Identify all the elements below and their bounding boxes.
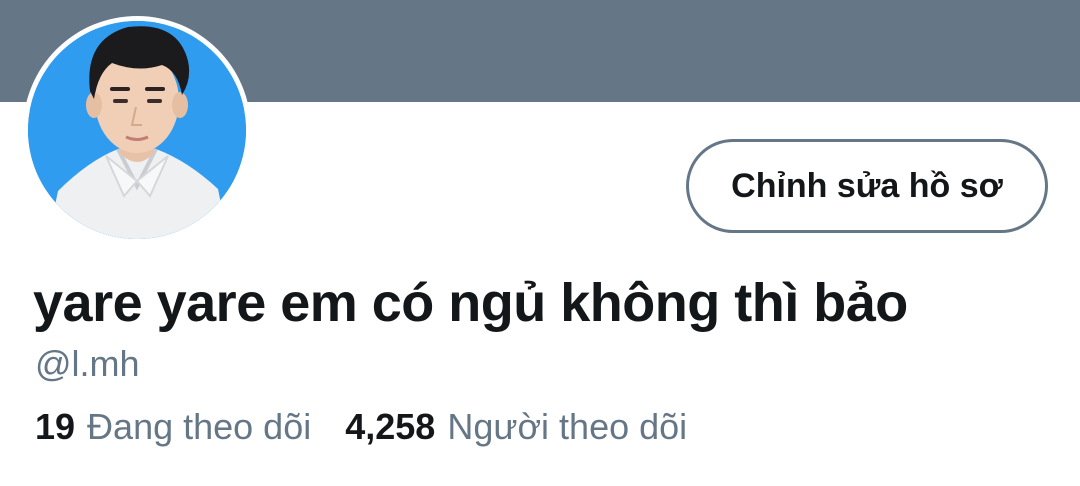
profile-handle: @l.mh xyxy=(35,343,140,384)
following-count: 19 xyxy=(35,406,76,447)
edit-profile-button[interactable]: Chỉnh sửa hồ sơ xyxy=(686,139,1048,233)
following-label: Đang theo dõi xyxy=(87,406,312,447)
followers-stat-link[interactable]: 4,258 Người theo dõi xyxy=(345,406,687,448)
profile-display-name: yare yare em có ngủ không thì bảo xyxy=(33,273,908,333)
avatar-photo xyxy=(28,21,246,239)
following-stat-link[interactable]: 19 Đang theo dõi xyxy=(35,406,311,448)
edit-profile-button-label: Chỉnh sửa hồ sơ xyxy=(731,166,1003,205)
followers-count: 4,258 xyxy=(345,406,436,447)
avatar[interactable] xyxy=(28,21,246,239)
profile-stats: 19 Đang theo dõi 4,258 Người theo dõi xyxy=(35,406,687,448)
followers-label: Người theo dõi xyxy=(447,406,688,447)
